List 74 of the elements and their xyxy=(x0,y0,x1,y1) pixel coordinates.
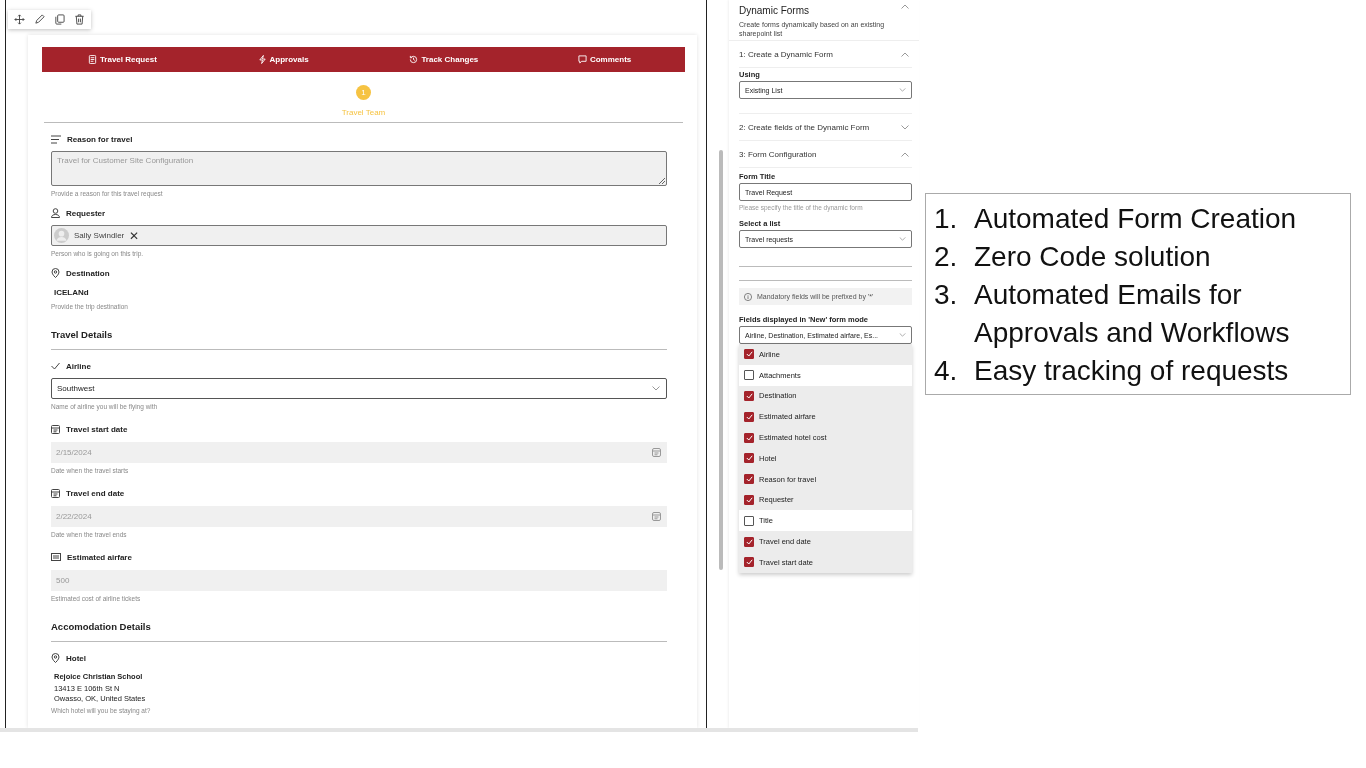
tab[interactable]: Track Changes xyxy=(363,47,525,72)
chevron-up-icon xyxy=(901,51,909,57)
feature-item: Easy tracking of requests xyxy=(974,354,1289,388)
section-heading: Travel Details xyxy=(51,329,114,340)
scrollbar-thumb[interactable] xyxy=(719,150,723,570)
feature-item: Automated Emails for Approvals and Workflows xyxy=(974,278,1291,350)
field-label: Hotel xyxy=(66,653,86,663)
pencil-icon[interactable] xyxy=(34,14,45,25)
list-number: 3. xyxy=(934,278,959,312)
field-label: Destination xyxy=(66,268,110,278)
destination-value: ICELANd xyxy=(54,288,90,297)
list-number: 2. xyxy=(934,240,959,274)
money-icon xyxy=(51,553,61,561)
chevron-down-icon xyxy=(901,124,909,130)
field-label: Requester xyxy=(66,208,106,218)
checkbox[interactable] xyxy=(744,453,754,464)
people-picker-field[interactable]: Sally Swindler ✕ xyxy=(51,225,667,246)
checkbox[interactable] xyxy=(744,349,754,360)
checkbox[interactable] xyxy=(744,370,754,381)
chevron-down-icon xyxy=(899,237,906,241)
tab[interactable]: Comments xyxy=(524,47,685,72)
checkmark-icon xyxy=(51,362,60,370)
feature-item: Zero Code solution xyxy=(974,240,1211,274)
trash-icon[interactable] xyxy=(74,14,85,25)
info-icon xyxy=(744,292,752,301)
calendar-icon xyxy=(51,424,60,434)
checkbox[interactable] xyxy=(744,515,754,526)
person-name: Sally Swindler xyxy=(74,231,125,240)
checkbox[interactable] xyxy=(744,494,754,505)
airline-dropdown[interactable]: Southwest xyxy=(51,378,667,399)
checkbox[interactable] xyxy=(744,557,754,568)
avatar-icon xyxy=(54,228,69,243)
field-label: Travel start date xyxy=(66,424,128,434)
location-pin-icon xyxy=(51,268,60,278)
feature-item: Automated Form Creation xyxy=(974,202,1297,236)
tab[interactable]: Approvals xyxy=(202,47,364,72)
calendar-icon xyxy=(51,488,60,498)
tab[interactable]: Travel Request xyxy=(42,47,203,72)
accordion-header[interactable]: 1: Create a Dynamic Form xyxy=(739,41,912,68)
person-icon xyxy=(51,208,60,218)
move-icon[interactable] xyxy=(14,14,25,25)
resize-grip-icon[interactable] xyxy=(659,178,665,184)
location-pin-icon xyxy=(51,653,60,663)
accordion-header[interactable]: 3: Form Configuration xyxy=(739,141,912,168)
panel-title: Dynamic Forms xyxy=(739,5,809,17)
field-label: Airline xyxy=(66,361,91,371)
field-label: Estimated airfare xyxy=(67,552,132,562)
checkbox[interactable] xyxy=(744,536,754,547)
chevron-up-icon xyxy=(901,151,909,157)
accordion-header[interactable]: 2: Create fields of the Dynamic Form xyxy=(739,114,912,141)
checkbox[interactable] xyxy=(744,411,754,422)
checkbox[interactable] xyxy=(744,432,754,443)
checkbox[interactable] xyxy=(744,391,754,401)
calendar-icon xyxy=(652,512,661,521)
field-label: Travel end date xyxy=(66,488,125,498)
chevron-down-icon xyxy=(899,333,906,337)
remove-person-button[interactable]: ✕ xyxy=(129,228,140,243)
calendar-icon xyxy=(652,448,661,457)
step-label: Travel Team xyxy=(341,108,386,117)
chevron-up-icon[interactable] xyxy=(901,4,909,9)
document-icon xyxy=(87,55,97,64)
lightning-icon xyxy=(257,55,267,64)
list-number: 4. xyxy=(934,354,959,388)
chevron-down-icon xyxy=(899,88,906,92)
checkbox[interactable] xyxy=(744,474,754,485)
field-label: Reason for travel xyxy=(67,134,133,144)
copy-icon[interactable] xyxy=(54,14,65,25)
lines-icon xyxy=(51,134,61,144)
chevron-down-icon xyxy=(652,386,660,391)
list-number: 1. xyxy=(934,202,959,236)
comment-icon xyxy=(577,55,587,64)
section-heading: Accomodation Details xyxy=(51,621,152,632)
history-icon xyxy=(409,55,419,64)
step-indicator: 1 xyxy=(356,85,371,100)
